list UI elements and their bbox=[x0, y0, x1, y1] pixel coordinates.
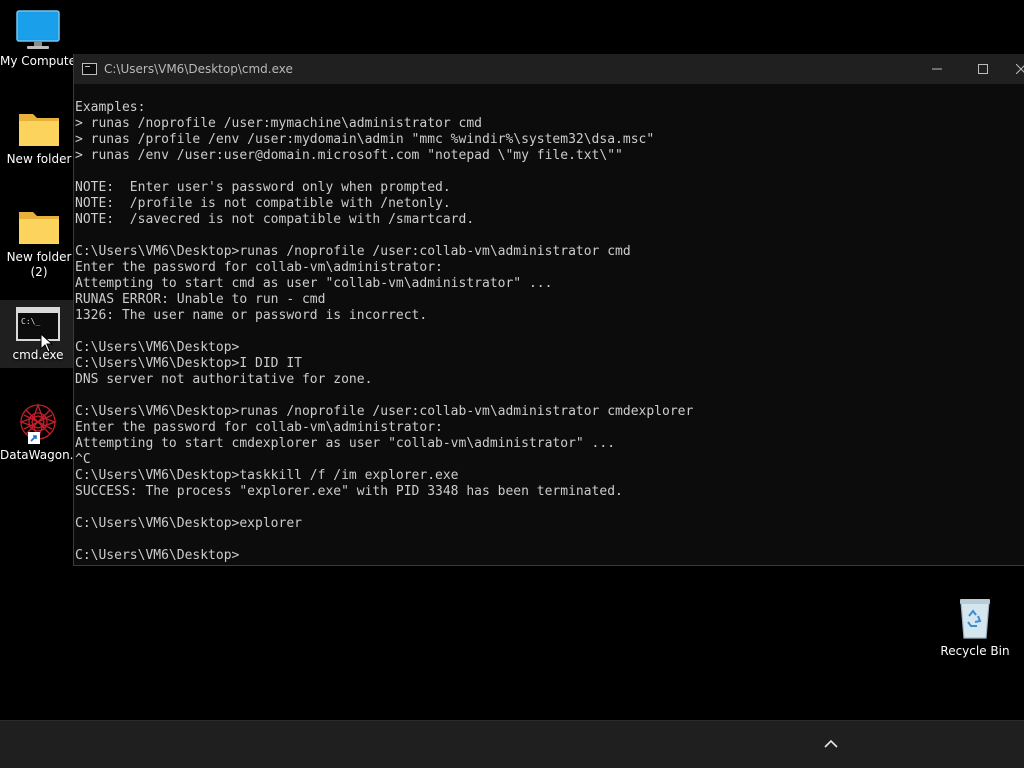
console-line: > runas /env /user:user@domain.microsoft… bbox=[75, 148, 623, 163]
console-line: > runas /noprofile /user:mymachine\admin… bbox=[75, 116, 482, 131]
desktop-icon-new-folder-2[interactable]: New folder (2) bbox=[1, 206, 77, 280]
desktop-icon-label: Recycle Bin bbox=[940, 644, 1010, 658]
desktop-icon-my-computer[interactable]: My Computer bbox=[0, 8, 76, 69]
console-line: C:\Users\VM6\Desktop> bbox=[75, 548, 240, 563]
console-line: Examples: bbox=[75, 100, 146, 115]
cmd-app-icon bbox=[82, 63, 97, 75]
taskbar[interactable] bbox=[0, 720, 1024, 768]
desktop-icon-new-folder[interactable]: New folder bbox=[1, 108, 77, 167]
minimize-icon bbox=[932, 68, 942, 69]
cmd-icon: C:\_ bbox=[16, 307, 60, 341]
console-line: NOTE: Enter user's password only when pr… bbox=[75, 180, 451, 195]
mouse-pointer-icon bbox=[40, 333, 54, 353]
desktop-icon-datawagon[interactable]: DataWagon... bbox=[0, 400, 76, 463]
console-line: C:\Users\VM6\Desktop>I DID IT bbox=[75, 356, 302, 371]
datawagon-shortcut-icon bbox=[19, 403, 57, 444]
desktop-icon-cmd-exe[interactable]: C:\_ cmd.exe bbox=[0, 300, 76, 368]
console-line: RUNAS ERROR: Unable to run - cmd bbox=[75, 292, 326, 307]
desktop-icon-label: New folder bbox=[6, 250, 72, 264]
desktop-icon-label: New folder bbox=[6, 152, 72, 166]
console-line: Enter the password for collab-vm\adminis… bbox=[75, 420, 443, 435]
monitor-icon bbox=[16, 10, 60, 49]
window-title: C:\Users\VM6\Desktop\cmd.exe bbox=[104, 62, 293, 76]
svg-text:C:\_: C:\_ bbox=[21, 317, 40, 326]
maximize-icon bbox=[978, 63, 988, 74]
console-line: C:\Users\VM6\Desktop>explorer bbox=[75, 516, 302, 531]
console-line: Enter the password for collab-vm\adminis… bbox=[75, 260, 443, 275]
maximize-button[interactable] bbox=[960, 54, 1006, 84]
desktop-icon-label: cmd.exe bbox=[12, 348, 64, 362]
cmd-window[interactable]: C:\Users\VM6\Desktop\cmd.exe Examples: > … bbox=[73, 54, 1024, 566]
desktop-icon-label: DataWagon... bbox=[0, 448, 76, 462]
console-line: C:\Users\VM6\Desktop>runas /noprofile /u… bbox=[75, 404, 694, 419]
console-output[interactable]: Examples: > runas /noprofile /user:mymach… bbox=[74, 100, 1020, 565]
console-line: DNS server not authoritative for zone. bbox=[75, 372, 373, 387]
console-line: SUCCESS: The process "explorer.exe" with… bbox=[75, 484, 623, 499]
folder-icon bbox=[19, 212, 59, 244]
desktop-icon-recycle-bin[interactable]: Recycle Bin bbox=[937, 596, 1013, 659]
recycle-bin-icon bbox=[960, 599, 990, 639]
console-line: NOTE: /savecred is not compatible with /… bbox=[75, 212, 475, 227]
console-line: 1326: The user name or password is incor… bbox=[75, 308, 428, 323]
desktop[interactable]: My Computer New folder New folder (2) C:… bbox=[0, 0, 1024, 720]
console-line: C:\Users\VM6\Desktop> bbox=[75, 340, 240, 355]
minimize-button[interactable] bbox=[914, 54, 960, 84]
console-line: C:\Users\VM6\Desktop>runas /noprofile /u… bbox=[75, 244, 631, 259]
close-button[interactable] bbox=[1006, 54, 1024, 84]
console-line: Attempting to start cmd as user "collab-… bbox=[75, 276, 553, 291]
close-icon bbox=[1015, 63, 1024, 74]
chevron-up-icon[interactable] bbox=[820, 733, 842, 755]
folder-icon bbox=[19, 114, 59, 146]
desktop-icon-label-line2: (2) bbox=[30, 265, 48, 279]
console-line: > runas /profile /env /user:mydomain\adm… bbox=[75, 132, 655, 147]
console-line: C:\Users\VM6\Desktop>taskkill /f /im exp… bbox=[75, 468, 459, 483]
console-line: Attempting to start cmdexplorer as user … bbox=[75, 436, 616, 451]
window-titlebar[interactable]: C:\Users\VM6\Desktop\cmd.exe bbox=[74, 54, 1024, 84]
console-line: NOTE: /profile is not compatible with /n… bbox=[75, 196, 451, 211]
desktop-icon-label: My Computer bbox=[0, 54, 76, 68]
console-line: ^C bbox=[75, 452, 91, 467]
